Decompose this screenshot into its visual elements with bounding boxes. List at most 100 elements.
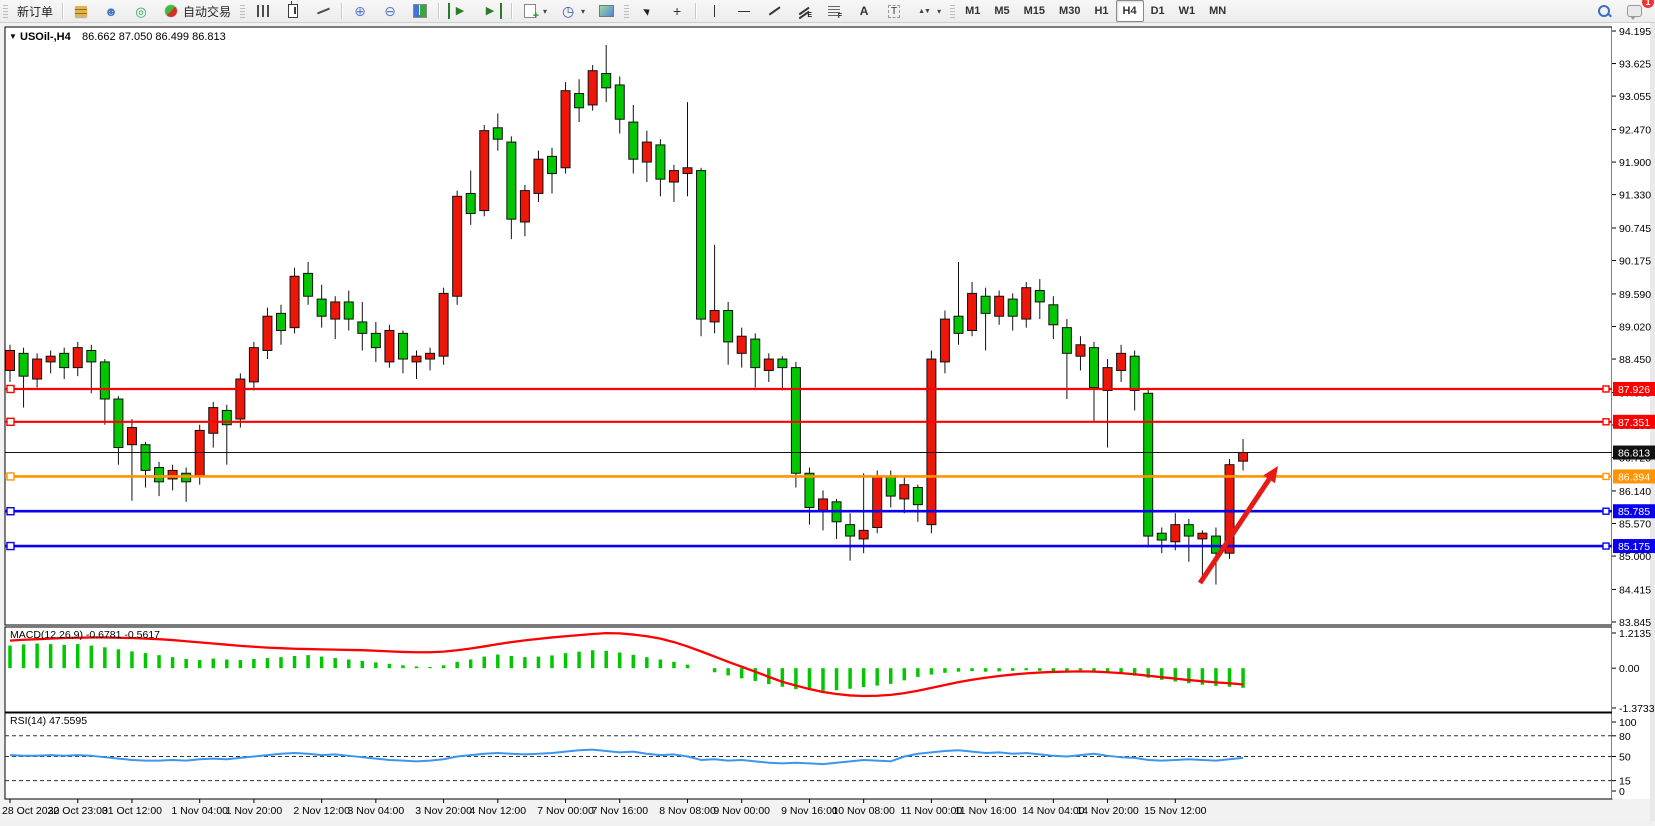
line-chart-icon <box>317 8 330 15</box>
fibonacci-tool-button[interactable]: F <box>819 0 849 22</box>
candle-body <box>480 131 489 211</box>
candle-body <box>87 350 96 361</box>
symbol-period-label: USOil-,H4 <box>20 31 72 43</box>
new-chart-button[interactable]: ▾ <box>515 0 553 22</box>
candle-body <box>819 499 828 510</box>
hline-right-handle[interactable] <box>1603 386 1609 392</box>
auto-trading-button[interactable]: 自动交易 <box>156 0 237 22</box>
zoom-in-button[interactable]: ⊕ <box>345 0 375 22</box>
hline-left-handle[interactable] <box>7 508 14 515</box>
candle-body <box>1022 288 1031 319</box>
horizontal-line-tool-button[interactable] <box>729 0 759 22</box>
hline-left-handle[interactable] <box>7 418 14 425</box>
period-button[interactable]: ◷▾ <box>553 0 591 22</box>
vertical-line-tool-button[interactable] <box>699 0 729 22</box>
candle-chart-mode-button[interactable] <box>278 0 308 22</box>
crosshair-tool-button[interactable]: + <box>662 0 692 22</box>
clock-icon: ◷ <box>559 3 577 19</box>
zoom-out-button[interactable]: ⊖ <box>375 0 405 22</box>
timeframe-button-m5[interactable]: M5 <box>987 0 1016 22</box>
notification-count-badge: 1 <box>1642 0 1654 8</box>
arrows-tool-button[interactable]: ▲▼▾ <box>909 0 947 22</box>
date-axis-label: 14 Nov 20:00 <box>1076 805 1139 817</box>
candle-body <box>1130 356 1139 390</box>
signals-button[interactable]: ◎ <box>126 0 156 22</box>
timeframe-button-h1[interactable]: H1 <box>1087 0 1115 22</box>
timeframe-button-m1[interactable]: M1 <box>958 0 987 22</box>
toolbar-grip[interactable] <box>240 4 245 18</box>
signal-icon: ◎ <box>132 3 150 19</box>
candle-body <box>466 193 475 213</box>
date-axis-label: 30 Oct 23:00 <box>48 805 108 817</box>
candle-body <box>751 339 760 368</box>
zoom-out-icon: ⊖ <box>381 3 399 19</box>
chart-window[interactable]: 94.19593.62593.05592.47091.90091.33090.7… <box>0 22 1655 821</box>
timeframe-button-w1[interactable]: W1 <box>1172 0 1203 22</box>
text-label-tool-button[interactable]: T <box>879 0 909 22</box>
toolbar-grip[interactable] <box>3 4 8 18</box>
hline-left-handle[interactable] <box>7 543 14 550</box>
chat-balloon-icon <box>1627 5 1642 17</box>
price-badge-text: 85.175 <box>1618 541 1650 553</box>
toolbar-separator <box>438 3 439 19</box>
candle-body <box>805 473 814 507</box>
candle-body <box>642 142 651 162</box>
tile-windows-button[interactable] <box>405 0 435 22</box>
price-badge-text: 86.813 <box>1618 448 1650 460</box>
channel-tool-button[interactable]: E <box>789 0 819 22</box>
candle-body <box>1049 305 1058 325</box>
price-badge-87.926: 87.926 <box>1613 382 1655 396</box>
timeframe-group: M1M5M15M30H1H4D1W1MN <box>958 0 1233 22</box>
price-panel[interactable] <box>5 27 1612 625</box>
candle-body <box>155 468 164 482</box>
date-axis-label: 10 Nov 08:00 <box>832 805 895 817</box>
hline-right-handle[interactable] <box>1603 419 1609 425</box>
cursor-tool-button[interactable] <box>632 0 662 22</box>
candle-body <box>778 359 787 368</box>
auto-scroll-icon: ▶ <box>448 3 469 19</box>
candle-body <box>6 350 15 370</box>
hline-right-handle[interactable] <box>1603 508 1609 514</box>
timeframe-button-m15[interactable]: M15 <box>1017 0 1052 22</box>
candle-body <box>940 319 949 362</box>
timeframe-button-m30[interactable]: M30 <box>1052 0 1087 22</box>
hline-right-handle[interactable] <box>1603 473 1609 479</box>
toolbar-grip[interactable] <box>624 4 629 18</box>
timeframe-button-mn[interactable]: MN <box>1202 0 1233 22</box>
candle-body <box>968 293 977 330</box>
chart-shift-button[interactable]: ▶ <box>475 0 508 22</box>
line-chart-mode-button[interactable] <box>308 0 338 22</box>
new-order-button[interactable]: 新订单 <box>11 0 59 22</box>
crosshair-icon: + <box>668 3 686 19</box>
bar-chart-mode-button[interactable] <box>248 0 278 22</box>
collapse-icon: ▼ <box>9 32 17 41</box>
search-button[interactable] <box>1589 0 1619 22</box>
notifications-button[interactable]: 1 <box>1619 0 1649 22</box>
trendline-icon <box>768 7 780 16</box>
candle-body <box>46 356 55 362</box>
timeframe-button-h4[interactable]: H4 <box>1116 0 1144 22</box>
toolbar-grip[interactable] <box>950 4 955 18</box>
hline-left-handle[interactable] <box>7 385 14 392</box>
text-tool-button[interactable]: A <box>849 0 879 22</box>
candle-body <box>859 530 868 539</box>
hline-right-handle[interactable] <box>1603 543 1609 549</box>
candle-body <box>439 293 448 356</box>
date-axis-label: 2 Nov 12:00 <box>293 805 350 817</box>
hline-left-handle[interactable] <box>7 473 14 480</box>
trendline-tool-button[interactable] <box>759 0 789 22</box>
timeframe-button-d1[interactable]: D1 <box>1144 0 1172 22</box>
date-axis-label: 4 Nov 12:00 <box>469 805 526 817</box>
candle-body <box>710 311 719 322</box>
candle-body <box>317 299 326 316</box>
horizontal-line-icon <box>738 11 750 12</box>
auto-scroll-button[interactable]: ▶ <box>442 0 475 22</box>
price-axis-strip[interactable] <box>1612 22 1650 799</box>
price-badge-85.175: 85.175 <box>1613 539 1655 553</box>
template-icon <box>599 5 614 17</box>
market-depth-button[interactable] <box>66 0 96 22</box>
candle-body <box>927 359 936 525</box>
template-button[interactable] <box>591 0 621 22</box>
profile-button[interactable]: ☻ <box>96 0 126 22</box>
candle-body <box>548 156 557 173</box>
